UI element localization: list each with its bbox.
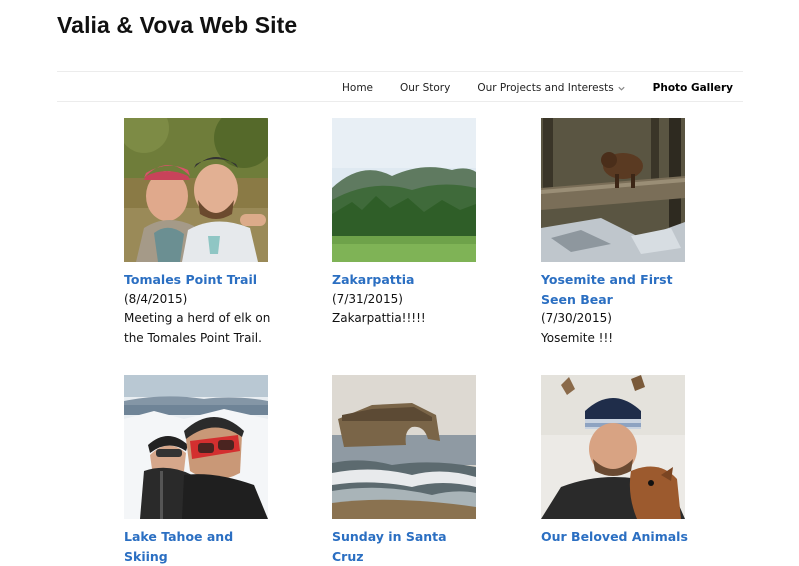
nav-projects-interests[interactable]: Our Projects and Interests bbox=[477, 82, 625, 94]
gallery-card-title[interactable]: Zakarpattia bbox=[332, 270, 482, 290]
gallery-card-title[interactable]: Lake Tahoe and Skiing bbox=[124, 527, 274, 566]
gallery-card-date: (7/31/2015) bbox=[332, 291, 403, 306]
gallery-card-title[interactable]: Our Beloved Animals bbox=[541, 527, 691, 547]
gallery-card-date: (8/4/2015) bbox=[124, 291, 188, 306]
gallery-card-yosemite: Yosemite and First Seen Bear (7/30/2015)… bbox=[541, 118, 691, 348]
gallery-card-lake-tahoe: Lake Tahoe and Skiing bbox=[124, 375, 274, 566]
main-navigation: Home Our Story Our Projects and Interest… bbox=[315, 80, 733, 96]
lake-tahoe-photo[interactable] bbox=[124, 375, 268, 519]
gallery-card-description: Zakarpattia!!!!! bbox=[332, 311, 426, 325]
header-divider-top bbox=[57, 71, 743, 72]
chevron-down-icon bbox=[618, 86, 625, 91]
yosemite-photo[interactable] bbox=[541, 118, 685, 262]
gallery-card-description: Meeting a herd of elk on the Tomales Poi… bbox=[124, 311, 271, 345]
nav-home[interactable]: Home bbox=[342, 82, 373, 94]
nav-our-story[interactable]: Our Story bbox=[400, 82, 450, 94]
santa-cruz-photo[interactable] bbox=[332, 375, 476, 519]
gallery-card-santa-cruz: Sunday in Santa Cruz bbox=[332, 375, 482, 566]
nav-projects-label: Our Projects and Interests bbox=[477, 82, 614, 94]
animals-photo[interactable] bbox=[541, 375, 685, 519]
nav-photo-gallery[interactable]: Photo Gallery bbox=[653, 82, 733, 94]
gallery-card-title[interactable]: Sunday in Santa Cruz bbox=[332, 527, 482, 566]
gallery-card-animals: Our Beloved Animals bbox=[541, 375, 691, 547]
site-title[interactable]: Valia & Vova Web Site bbox=[57, 12, 297, 39]
zakarpattia-photo[interactable] bbox=[332, 118, 476, 262]
gallery-card-title[interactable]: Yosemite and First Seen Bear bbox=[541, 270, 691, 309]
gallery-card-date: (7/30/2015) bbox=[541, 311, 612, 325]
gallery-card-zakarpattia: Zakarpattia (7/31/2015) Zakarpattia!!!!! bbox=[332, 118, 482, 329]
gallery-card-title[interactable]: Tomales Point Trail bbox=[124, 270, 274, 290]
gallery-card-description: Yosemite !!! bbox=[541, 330, 614, 345]
tomales-photo[interactable] bbox=[124, 118, 268, 262]
header-divider-bottom bbox=[57, 101, 743, 102]
gallery-card-tomales: Tomales Point Trail (8/4/2015) Meeting a… bbox=[124, 118, 274, 348]
